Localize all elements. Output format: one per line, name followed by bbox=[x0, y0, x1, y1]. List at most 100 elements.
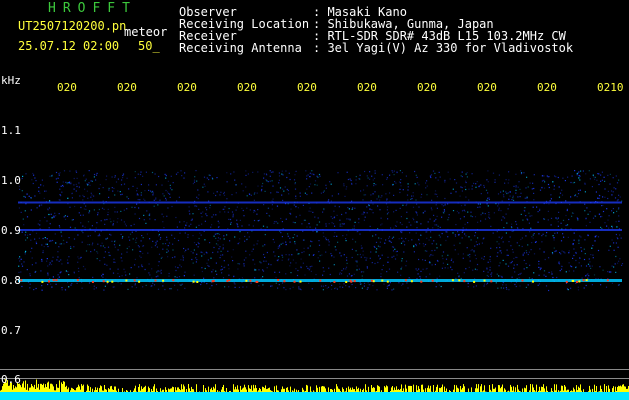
noise-speck bbox=[239, 219, 241, 221]
noise-speck bbox=[77, 256, 79, 258]
signal-hotspot bbox=[249, 279, 252, 282]
noise-speck bbox=[42, 237, 44, 240]
noise-speck bbox=[347, 207, 349, 209]
noise-speck bbox=[399, 191, 401, 194]
noise-speck bbox=[439, 226, 441, 228]
noise-speck bbox=[228, 268, 230, 270]
noise-speck bbox=[362, 254, 364, 256]
noise-speck bbox=[120, 257, 122, 259]
noise-speck bbox=[58, 174, 60, 176]
noise-speck bbox=[160, 272, 162, 274]
noise-speck bbox=[366, 288, 368, 290]
noise-speck bbox=[607, 271, 609, 273]
noise-speck bbox=[399, 170, 401, 172]
noise-speck bbox=[99, 235, 101, 237]
noise-speck bbox=[120, 283, 122, 285]
noise-speck bbox=[171, 205, 173, 208]
noise-speck bbox=[444, 197, 446, 200]
noise-speck bbox=[470, 239, 472, 241]
noise-speck bbox=[134, 283, 136, 285]
noise-speck bbox=[570, 265, 572, 267]
noise-speck bbox=[379, 209, 381, 211]
noise-speck bbox=[464, 204, 466, 206]
noise-speck bbox=[195, 257, 197, 259]
noise-speck bbox=[507, 208, 509, 210]
noise-speck bbox=[245, 174, 247, 176]
noise-speck bbox=[248, 236, 250, 238]
noise-speck bbox=[222, 244, 224, 246]
noise-speck bbox=[561, 194, 564, 196]
noise-speck bbox=[568, 250, 570, 252]
noise-speck bbox=[516, 242, 518, 244]
noise-speck bbox=[319, 175, 321, 177]
noise-speck bbox=[152, 240, 154, 242]
noise-speck bbox=[394, 248, 396, 250]
noise-speck bbox=[275, 282, 277, 284]
noise-speck bbox=[543, 218, 546, 220]
noise-speck bbox=[502, 259, 504, 261]
noise-speck bbox=[39, 192, 41, 194]
signal-hotspot bbox=[578, 280, 581, 283]
noise-speck bbox=[198, 224, 200, 226]
noise-speck bbox=[106, 264, 108, 266]
noise-speck bbox=[405, 265, 407, 267]
noise-speck bbox=[114, 261, 116, 263]
noise-speck bbox=[285, 170, 287, 172]
noise-speck bbox=[587, 277, 589, 279]
noise-speck bbox=[431, 243, 433, 245]
noise-speck bbox=[85, 178, 87, 180]
noise-speck bbox=[81, 241, 83, 243]
noise-speck bbox=[387, 206, 389, 208]
noise-speck bbox=[483, 186, 485, 188]
noise-speck bbox=[322, 274, 324, 276]
noise-speck bbox=[183, 221, 185, 223]
noise-speck bbox=[30, 209, 32, 211]
noise-speck bbox=[343, 223, 345, 225]
noise-speck bbox=[18, 271, 20, 273]
noise-speck bbox=[546, 232, 548, 234]
noise-speck bbox=[347, 178, 349, 181]
noise-speck bbox=[178, 276, 181, 278]
noise-speck bbox=[245, 170, 247, 172]
noise-speck bbox=[331, 195, 333, 197]
noise-speck bbox=[120, 184, 123, 186]
noise-speck bbox=[325, 187, 327, 189]
noise-speck bbox=[156, 240, 158, 242]
noise-speck bbox=[65, 270, 67, 272]
noise-speck bbox=[59, 199, 61, 201]
signal-hotspot bbox=[333, 280, 336, 283]
noise-speck bbox=[463, 216, 465, 218]
noise-speck bbox=[253, 211, 255, 213]
noise-speck bbox=[375, 251, 377, 253]
noise-speck bbox=[216, 233, 218, 235]
noise-speck bbox=[29, 233, 31, 236]
noise-speck bbox=[293, 204, 295, 206]
noise-speck bbox=[78, 186, 80, 188]
noise-speck bbox=[153, 284, 156, 286]
noise-speck bbox=[432, 227, 434, 229]
signal-hotspot bbox=[228, 279, 231, 282]
noise-speck bbox=[116, 221, 118, 223]
noise-speck bbox=[184, 271, 186, 273]
noise-speck bbox=[160, 237, 162, 239]
noise-speck bbox=[500, 210, 502, 212]
noise-speck bbox=[198, 194, 200, 196]
noise-speck bbox=[167, 207, 169, 209]
noise-speck bbox=[304, 192, 306, 194]
noise-speck bbox=[198, 237, 200, 240]
noise-speck bbox=[391, 256, 393, 258]
noise-speck bbox=[433, 214, 435, 216]
noise-speck bbox=[257, 185, 259, 187]
noise-speck bbox=[430, 176, 432, 178]
noise-speck bbox=[298, 288, 300, 290]
noise-speck bbox=[316, 184, 318, 186]
noise-speck bbox=[432, 254, 434, 256]
noise-speck bbox=[308, 186, 310, 188]
noise-speck bbox=[220, 191, 222, 193]
noise-speck bbox=[88, 282, 91, 284]
noise-speck bbox=[611, 194, 613, 196]
noise-speck bbox=[278, 172, 280, 174]
noise-speck bbox=[284, 186, 286, 188]
noise-speck bbox=[290, 262, 292, 264]
noise-speck bbox=[488, 197, 490, 199]
